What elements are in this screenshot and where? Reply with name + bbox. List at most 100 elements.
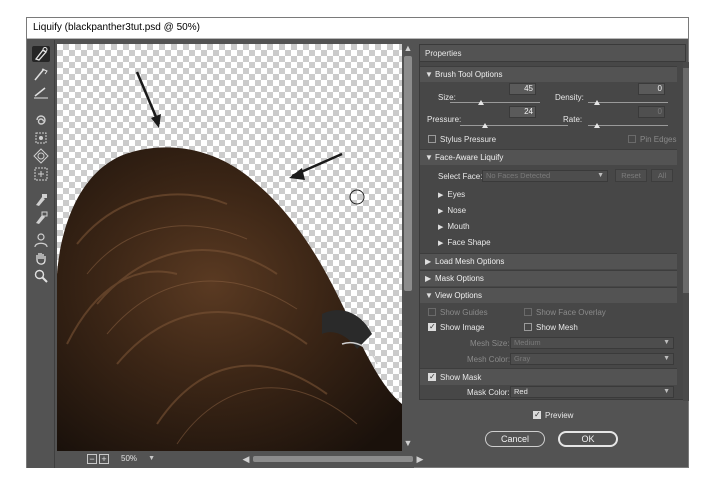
face-item-nose[interactable]: ▶ Nose xyxy=(438,206,466,215)
show-face-overlay-checkbox[interactable] xyxy=(524,308,532,316)
density-slider[interactable] xyxy=(588,102,668,103)
hand-tool-icon[interactable] xyxy=(32,251,50,267)
view-options-label: View Options xyxy=(435,291,482,300)
show-mask-label: Show Mask xyxy=(440,373,482,382)
select-face-label: Select Face: xyxy=(438,172,483,181)
canvas-horizontal-scrollbar[interactable]: ◀ ▶ xyxy=(241,453,427,465)
liquify-dialog: Liquify (blackpanther3tut.psd @ 50%) ▲ ▼… xyxy=(26,17,689,468)
freeze-mask-tool-icon[interactable] xyxy=(32,192,50,208)
push-left-tool-icon[interactable] xyxy=(32,166,50,182)
mask-options-label: Mask Options xyxy=(435,274,484,283)
mesh-size-dropdown[interactable]: Medium ▼ xyxy=(510,337,674,349)
stylus-pressure-label: Stylus Pressure xyxy=(440,135,497,144)
reconstruct-tool-icon[interactable] xyxy=(32,66,50,82)
smooth-tool-icon[interactable] xyxy=(32,84,50,100)
face-item-label: Face Shape xyxy=(447,238,491,247)
stylus-pressure-checkbox[interactable] xyxy=(428,135,436,143)
all-faces-button[interactable]: All xyxy=(651,169,673,182)
thaw-mask-tool-icon[interactable] xyxy=(32,210,50,226)
face-aware-liquify-header[interactable]: ▼ Face-Aware Liquify xyxy=(420,149,677,165)
canvas-vertical-scrollbar[interactable]: ▲ ▼ xyxy=(402,42,414,451)
pucker-tool-icon[interactable] xyxy=(32,130,50,146)
preview-checkbox[interactable] xyxy=(533,410,541,420)
scroll-left-icon[interactable]: ◀ xyxy=(241,453,251,465)
show-face-overlay-label: Show Face Overlay xyxy=(536,308,606,317)
properties-scrollbar[interactable] xyxy=(683,62,689,401)
pressure-slider[interactable] xyxy=(460,125,568,126)
size-slider[interactable] xyxy=(450,102,540,103)
face-item-mouth[interactable]: ▶ Mouth xyxy=(438,222,470,231)
pressure-field[interactable]: 24 xyxy=(509,106,536,118)
size-label: Size: xyxy=(438,93,456,102)
vertical-scroll-thumb[interactable] xyxy=(404,56,412,291)
pin-edges-checkbox[interactable] xyxy=(628,135,636,143)
select-face-dropdown[interactable]: No Faces Detected ▼ xyxy=(482,170,608,182)
forward-warp-tool-icon[interactable] xyxy=(32,46,50,62)
caret-right-icon: ▶ xyxy=(438,208,444,215)
caret-right-icon: ▶ xyxy=(438,240,444,247)
view-options-header[interactable]: ▼ View Options xyxy=(420,287,677,303)
chevron-down-icon: ▼ xyxy=(663,388,670,395)
zoom-out-button[interactable]: − xyxy=(87,454,97,464)
pressure-label: Pressure: xyxy=(427,115,462,124)
face-item-label: Eyes xyxy=(447,190,466,199)
face-item-face-shape[interactable]: ▶ Face Shape xyxy=(438,238,491,247)
caret-right-icon: ▶ xyxy=(438,224,444,231)
zoom-level-select[interactable]: 50% ▼ xyxy=(113,453,157,465)
mask-color-value: Red xyxy=(514,387,528,396)
face-item-label: Mouth xyxy=(447,222,470,231)
face-item-label: Nose xyxy=(447,206,467,215)
title-bar: Liquify (blackpanther3tut.psd @ 50%) xyxy=(27,18,688,39)
pin-edges-label: Pin Edges xyxy=(640,135,677,144)
caret-down-icon: ▼ xyxy=(425,291,433,300)
brush-tool-options-label: Brush Tool Options xyxy=(435,70,503,79)
show-mask-checkbox[interactable] xyxy=(428,372,436,382)
horizontal-scroll-thumb[interactable] xyxy=(253,456,413,462)
mesh-size-value: Medium xyxy=(514,338,541,347)
show-mesh-checkbox[interactable] xyxy=(524,323,532,331)
rate-field[interactable]: 0 xyxy=(638,106,665,118)
zoom-tool-icon[interactable] xyxy=(32,268,50,284)
mask-color-label: Mask Color: xyxy=(467,388,510,397)
mesh-color-dropdown[interactable]: Gray ▼ xyxy=(510,353,674,365)
canvas-status-bar: − + 50% ▼ ◀ ▶ xyxy=(55,451,423,468)
load-mesh-options-header[interactable]: ▶ Load Mesh Options xyxy=(420,253,677,269)
scroll-down-icon[interactable]: ▼ xyxy=(403,438,413,448)
ok-button[interactable]: OK xyxy=(558,431,618,447)
chevron-down-icon: ▼ xyxy=(148,455,155,462)
density-label: Density: xyxy=(555,93,584,102)
density-field[interactable]: 0 xyxy=(638,83,665,95)
canvas-image xyxy=(57,71,402,451)
pressure-slider-knob[interactable] xyxy=(482,123,488,128)
bloat-tool-icon[interactable] xyxy=(32,148,50,164)
chevron-down-icon: ▼ xyxy=(663,355,670,362)
show-guides-checkbox[interactable] xyxy=(428,308,436,316)
properties-panel: Properties ▼ Brush Tool Options Size: 45… xyxy=(419,44,686,400)
rate-slider-knob[interactable] xyxy=(594,123,600,128)
brush-tool-options-header[interactable]: ▼ Brush Tool Options xyxy=(420,66,677,82)
mask-color-dropdown[interactable]: Red ▼ xyxy=(510,386,674,398)
caret-right-icon: ▶ xyxy=(425,257,432,266)
show-image-checkbox[interactable] xyxy=(428,322,436,332)
size-slider-knob[interactable] xyxy=(478,100,484,105)
face-tool-icon[interactable] xyxy=(32,232,50,248)
show-image-label: Show Image xyxy=(440,323,485,332)
density-slider-knob[interactable] xyxy=(594,100,600,105)
rate-slider[interactable] xyxy=(588,125,668,126)
caret-right-icon: ▶ xyxy=(438,192,444,199)
reset-face-button[interactable]: Reset xyxy=(615,169,647,182)
scroll-up-icon[interactable]: ▲ xyxy=(403,43,413,53)
twirl-clockwise-tool-icon[interactable] xyxy=(32,112,50,128)
properties-scroll-thumb[interactable] xyxy=(683,68,689,293)
mask-options-header[interactable]: ▶ Mask Options xyxy=(420,270,677,286)
scroll-right-icon[interactable]: ▶ xyxy=(415,453,425,465)
tool-panel xyxy=(27,40,55,468)
face-item-eyes[interactable]: ▶ Eyes xyxy=(438,190,465,199)
mesh-color-label: Mesh Color: xyxy=(467,355,511,364)
zoom-in-button[interactable]: + xyxy=(99,454,109,464)
select-face-value: No Faces Detected xyxy=(486,171,551,180)
cancel-button[interactable]: Cancel xyxy=(485,431,545,447)
chevron-down-icon: ▼ xyxy=(597,172,604,179)
image-canvas[interactable] xyxy=(57,44,402,451)
size-field[interactable]: 45 xyxy=(509,83,536,95)
